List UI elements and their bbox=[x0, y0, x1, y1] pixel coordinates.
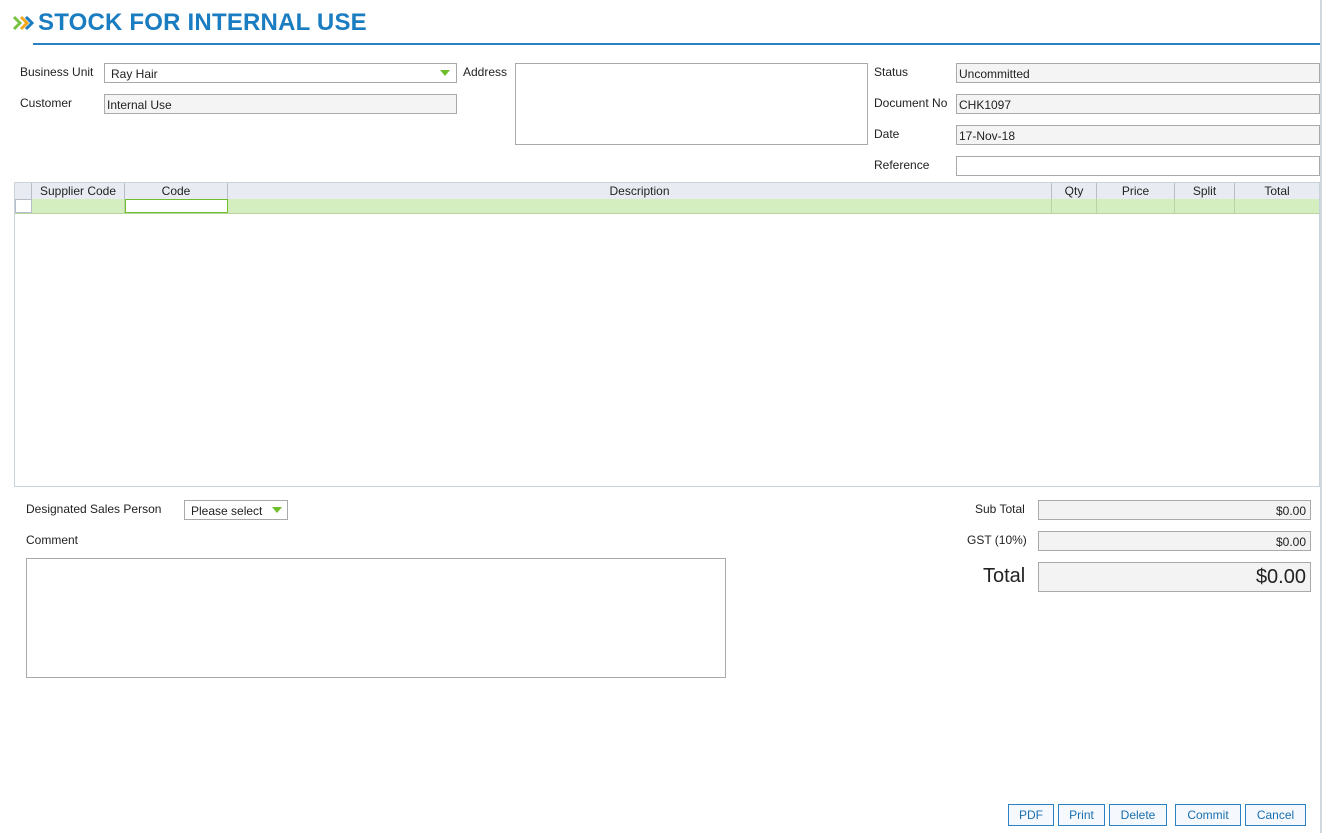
grid-col-total[interactable]: Total bbox=[1235, 183, 1319, 199]
sales-person-select[interactable]: Please select bbox=[184, 500, 288, 520]
address-textarea[interactable] bbox=[515, 63, 868, 145]
status-label: Status bbox=[874, 65, 909, 79]
gst-value: $0.00 bbox=[1038, 531, 1311, 551]
pdf-button[interactable]: PDF bbox=[1008, 804, 1054, 826]
date-label: Date bbox=[874, 127, 900, 141]
sales-person-label: Designated Sales Person bbox=[26, 502, 162, 516]
grid-col-description[interactable]: Description bbox=[228, 183, 1052, 199]
business-unit-value: Ray Hair bbox=[111, 67, 158, 81]
row-split-cell[interactable] bbox=[1175, 199, 1235, 213]
line-items-grid: Supplier Code Code Description Qty Price… bbox=[14, 182, 1320, 487]
header-divider bbox=[33, 43, 1322, 45]
sales-person-value: Please select bbox=[191, 504, 263, 518]
document-no-label: Document No bbox=[874, 96, 948, 110]
customer-field[interactable]: Internal Use bbox=[104, 94, 457, 114]
row-supplier-code-cell[interactable] bbox=[32, 199, 125, 213]
chevron-down-icon bbox=[272, 507, 282, 513]
reference-input[interactable] bbox=[956, 156, 1320, 176]
subtotal-value: $0.00 bbox=[1038, 500, 1311, 520]
gst-label: GST (10%) bbox=[967, 533, 1027, 547]
address-label: Address bbox=[463, 65, 508, 79]
row-code-input[interactable] bbox=[125, 199, 228, 213]
row-qty-cell[interactable] bbox=[1052, 199, 1097, 213]
cancel-button[interactable]: Cancel bbox=[1245, 804, 1306, 826]
date-field[interactable]: 17-Nov-18 bbox=[956, 125, 1320, 145]
row-price-cell[interactable] bbox=[1097, 199, 1175, 213]
print-button[interactable]: Print bbox=[1058, 804, 1105, 826]
grid-header: Supplier Code Code Description Qty Price… bbox=[15, 183, 1319, 200]
commit-button[interactable]: Commit bbox=[1175, 804, 1241, 826]
comment-textarea[interactable] bbox=[26, 558, 726, 678]
grid-col-code[interactable]: Code bbox=[125, 183, 228, 199]
document-no-field: CHK1097 bbox=[956, 94, 1320, 114]
delete-button[interactable]: Delete bbox=[1109, 804, 1167, 826]
table-row[interactable] bbox=[15, 199, 1319, 214]
grid-col-supplier-code[interactable]: Supplier Code bbox=[32, 183, 125, 199]
row-checkbox[interactable] bbox=[15, 199, 32, 213]
grid-col-split[interactable]: Split bbox=[1175, 183, 1235, 199]
chevron-down-icon bbox=[440, 70, 450, 76]
grid-col-price[interactable]: Price bbox=[1097, 183, 1175, 199]
grid-col-qty[interactable]: Qty bbox=[1052, 183, 1097, 199]
comment-label: Comment bbox=[26, 533, 79, 547]
business-unit-select[interactable]: Ray Hair bbox=[104, 63, 457, 83]
reference-label: Reference bbox=[874, 158, 930, 172]
customer-label: Customer bbox=[20, 96, 73, 110]
business-unit-label: Business Unit bbox=[20, 65, 94, 79]
row-total-cell[interactable] bbox=[1235, 199, 1319, 213]
total-value: $0.00 bbox=[1038, 562, 1311, 592]
row-description-cell[interactable] bbox=[228, 199, 1052, 213]
page-title: STOCK FOR INTERNAL USE bbox=[38, 9, 367, 36]
subtotal-label: Sub Total bbox=[975, 502, 1025, 516]
double-chevron-right-icon bbox=[12, 15, 34, 31]
grid-col-select bbox=[15, 183, 32, 199]
status-field: Uncommitted bbox=[956, 63, 1320, 83]
total-label: Total bbox=[983, 565, 1026, 587]
